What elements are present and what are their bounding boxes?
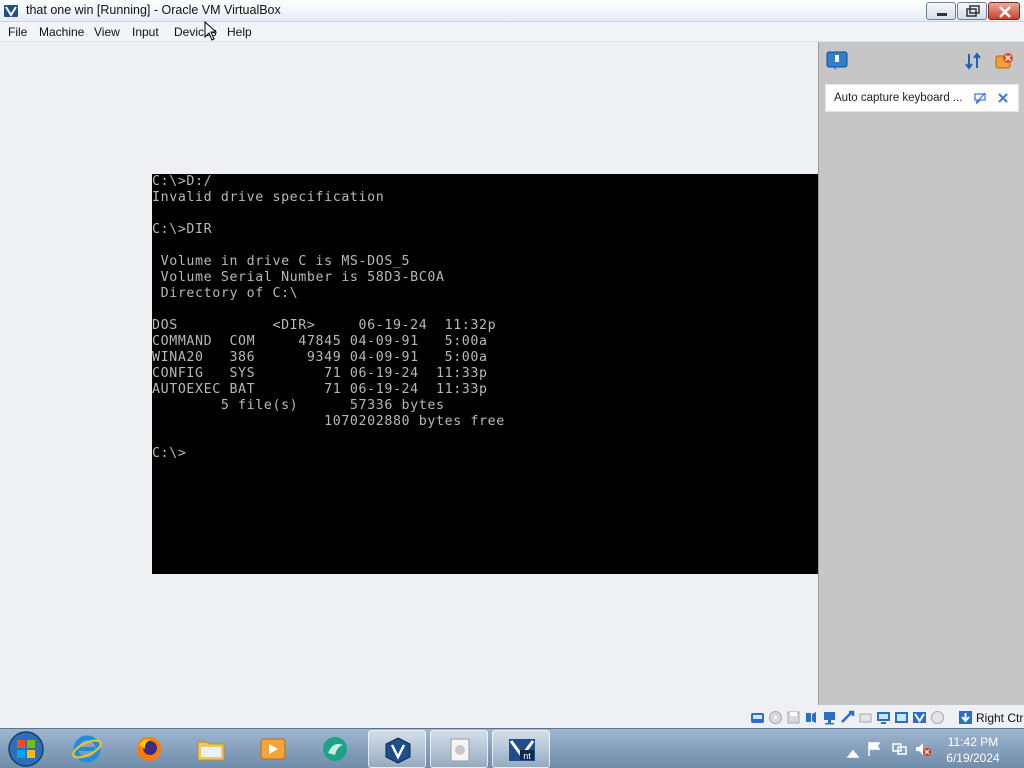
taskbar-media-player[interactable] [244,730,302,768]
dos-line: 5 file(s) 57336 bytes [152,398,445,413]
minimize-button[interactable] [926,2,956,20]
close-notification-icon[interactable] [996,91,1010,105]
menu-view[interactable]: View [94,25,120,39]
start-button-icon[interactable] [6,730,46,768]
dos-line: Volume Serial Number is 58D3-BC0A [152,270,445,285]
dos-line: Invalid drive specification [152,190,385,205]
dos-line: WINA20 386 9349 04-09-91 5:00a [152,350,488,365]
menu-input[interactable]: Input [132,25,159,39]
shared-folders-icon[interactable] [858,710,873,725]
taskbar-firefox[interactable] [120,730,178,768]
taskbar: nt 11:42 PM 6/19/2024 [0,728,1024,768]
notification-item[interactable]: Auto capture keyboard ... [825,84,1019,112]
mouse-cursor-icon [204,21,218,41]
dos-line: C:\> [152,446,187,461]
menu-file[interactable]: File [8,25,27,39]
sort-order-icon[interactable] [965,52,983,70]
internet-explorer-icon [72,735,102,763]
taskbar-internet-explorer[interactable] [58,730,116,768]
usb-icon[interactable] [840,710,855,725]
dos-line: CONFIG SYS 71 06-19-24 11:33p [152,366,488,381]
network-icon[interactable] [822,710,837,725]
vm-status-bar: Right Ctrl [748,708,1024,728]
notification-center: Auto capture keyboard ... [818,42,1024,705]
hard-disk-icon[interactable] [750,710,765,725]
close-button[interactable] [988,2,1020,20]
windows-nt-vm-icon: nt [509,739,535,761]
virtualbox-app-icon[interactable] [3,3,19,19]
menu-bar: File Machine View Input Devices Help [0,22,1024,42]
notification-center-icon[interactable] [826,51,848,71]
teal-app-icon [323,737,347,761]
dos-line: AUTOEXEC BAT 71 06-19-24 11:33p [152,382,488,397]
firefox-icon [137,737,161,761]
display-icon[interactable] [876,710,891,725]
notification-toolbar [819,42,1024,82]
folder-icon [197,741,225,761]
recording-icon[interactable] [894,710,909,725]
dos-line: COMMAND COM 47845 04-09-91 5:00a [152,334,488,349]
audio-icon[interactable] [804,710,819,725]
host-key-label[interactable]: Right Ctrl [976,711,1024,725]
menu-help[interactable]: Help [227,25,252,39]
clock-time: 11:42 PM [947,735,999,749]
taskbar-file-explorer[interactable] [182,730,240,768]
notification-message: Auto capture keyboard ... [834,92,963,104]
system-clock[interactable]: 11:42 PM 6/19/2024 [938,734,1008,766]
taskbar-window[interactable] [430,730,488,768]
dos-line: C:\>D:/ [152,174,213,189]
document-window-icon [450,738,470,762]
dos-line: Volume in drive C is MS-DOS_5 [152,254,411,269]
title-bar: that one win [Running] - Oracle VM Virtu… [0,0,1024,22]
show-hidden-icons-icon[interactable] [845,745,861,761]
network-status-icon[interactable] [891,741,907,757]
taskbar-app[interactable] [306,730,364,768]
vm-display[interactable]: C:\>D:/ Invalid drive specification C:\>… [152,174,818,574]
taskbar-running-vm[interactable]: nt [492,730,550,768]
do-not-show-again-icon[interactable] [973,91,987,105]
dos-line: Directory of C:\ [152,286,299,301]
svg-text:nt: nt [523,751,531,761]
dos-line: DOS <DIR> 06-19-24 11:32p [152,318,497,333]
dos-line: C:\>DIR [152,222,213,237]
action-center-flag-icon[interactable] [866,741,882,757]
optical-drive-icon[interactable] [768,710,783,725]
floppy-drive-icon[interactable] [786,710,801,725]
keyboard-capture-icon[interactable] [958,710,973,725]
dismiss-all-icon[interactable] [994,52,1014,70]
dos-line: 1070202880 bytes free [152,414,505,429]
virtualbox-icon [385,737,411,764]
volume-muted-icon[interactable] [915,741,931,757]
taskbar-virtualbox-manager[interactable] [368,730,426,768]
media-player-icon [260,738,286,760]
window-title: that one win [Running] - Oracle VM Virtu… [26,3,281,17]
mouse-integration-icon[interactable] [930,710,945,725]
restore-button[interactable] [957,2,987,20]
clock-date: 6/19/2024 [946,751,1000,765]
virtualization-icon[interactable] [912,710,927,725]
menu-machine[interactable]: Machine [39,25,84,39]
